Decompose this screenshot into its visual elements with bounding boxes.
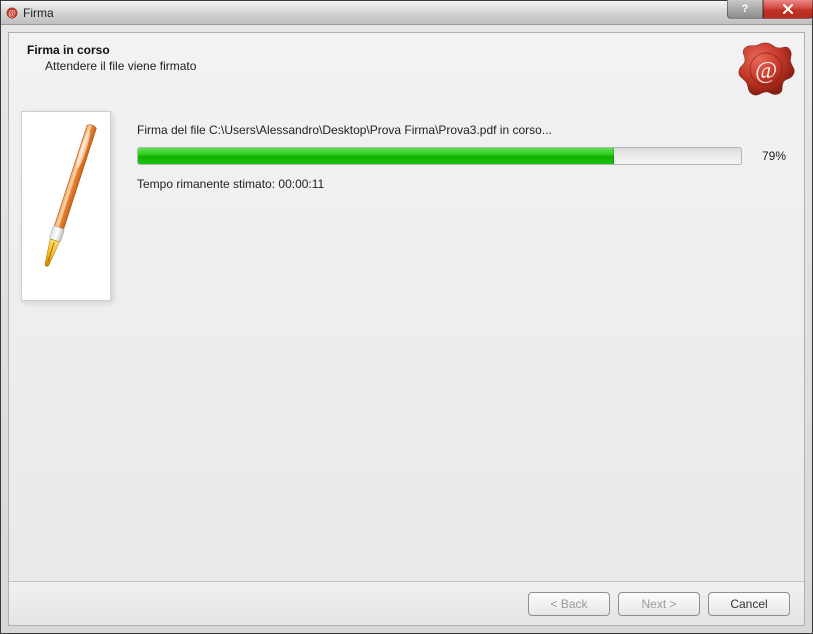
wizard-main: Firma del file C:\Users\Alessandro\Deskt… [137,123,786,191]
back-button[interactable]: < Back [528,592,610,616]
status-text: Firma del file C:\Users\Alessandro\Deskt… [137,123,786,137]
wizard-illustration [21,111,111,301]
close-button[interactable] [763,0,813,19]
help-icon: ? [742,3,749,15]
wax-seal-icon: @ [736,39,796,99]
svg-text:@: @ [8,8,15,17]
window-controls: ? [727,0,813,19]
wizard-header: Firma in corso Attendere il file viene f… [9,33,804,101]
dialog-window: @ Firma ? Firma in corso Attendere il fi… [0,0,813,634]
page-subtitle: Attendere il file viene firmato [45,59,786,73]
close-icon [782,4,794,14]
progress-bar [137,147,742,165]
content-wrap: Firma in corso Attendere il file viene f… [1,25,812,633]
window-title: Firma [23,6,808,20]
wizard-footer: < Back Next > Cancel [9,581,804,625]
time-remaining-label: Tempo rimanente stimato: 00:00:11 [137,177,786,191]
help-button[interactable]: ? [727,0,763,19]
pen-icon [22,111,110,301]
next-button[interactable]: Next > [618,592,700,616]
progress-row: 79% [137,147,786,165]
progress-percent-label: 79% [752,149,786,163]
cancel-button[interactable]: Cancel [708,592,790,616]
page-title: Firma in corso [27,43,786,57]
svg-text:@: @ [755,58,777,84]
progress-fill [138,148,614,164]
app-icon: @ [5,6,19,20]
titlebar[interactable]: @ Firma ? [1,1,812,25]
content-panel: Firma in corso Attendere il file viene f… [8,32,805,626]
